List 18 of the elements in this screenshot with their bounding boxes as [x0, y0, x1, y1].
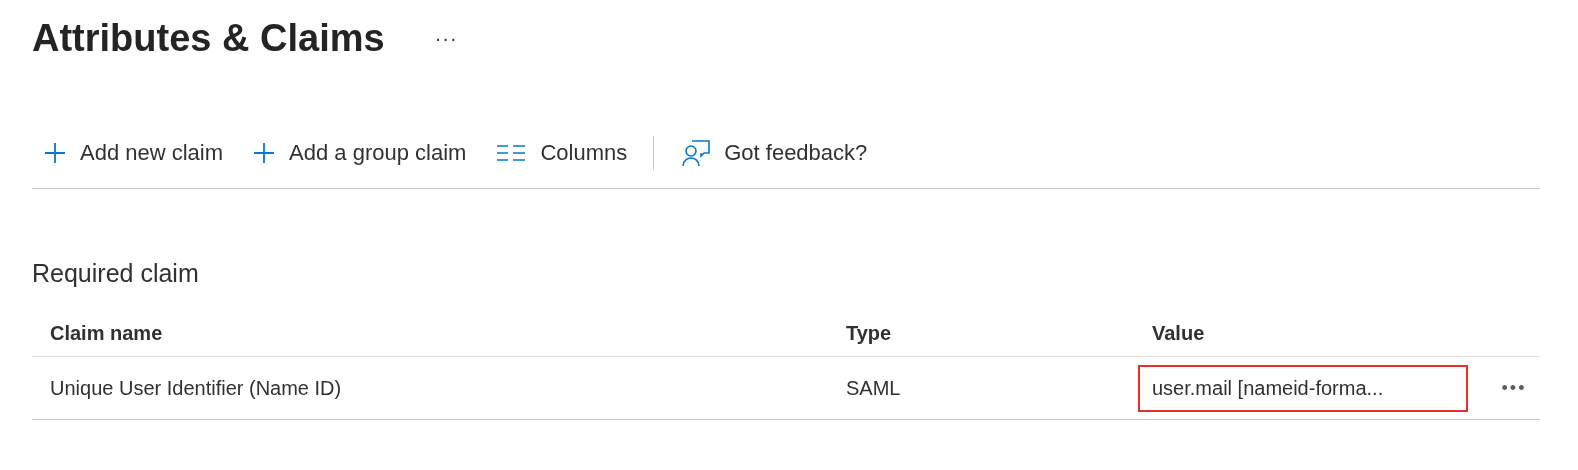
add-button[interactable]: Add a group claim [241, 134, 477, 172]
table-cell-text: SAML [845, 376, 902, 400]
plus-icon [253, 142, 276, 164]
column-header: Type [845, 321, 893, 345]
column-header: Value [1151, 321, 1206, 345]
more-options-icon[interactable]: ··· [434, 26, 458, 50]
plus-icon [44, 142, 66, 164]
table-cell-text: Unique User Identifier (Name ID) [49, 376, 343, 400]
column-header: Claim name [49, 321, 164, 345]
feedback-button[interactable]: Got feedback? [670, 133, 878, 173]
add-button[interactable]: Add new claim [32, 134, 234, 172]
page-title: Attributes & Claims [32, 16, 385, 60]
columns-button[interactable]: Columns [484, 134, 638, 172]
table-cell: user.mail [nameid-forma... [1138, 364, 1468, 412]
columns-icon [496, 144, 527, 162]
section-title: Required claim [32, 259, 200, 288]
feedback-icon [682, 139, 711, 167]
row-more-button[interactable]: ••• [1488, 373, 1540, 403]
